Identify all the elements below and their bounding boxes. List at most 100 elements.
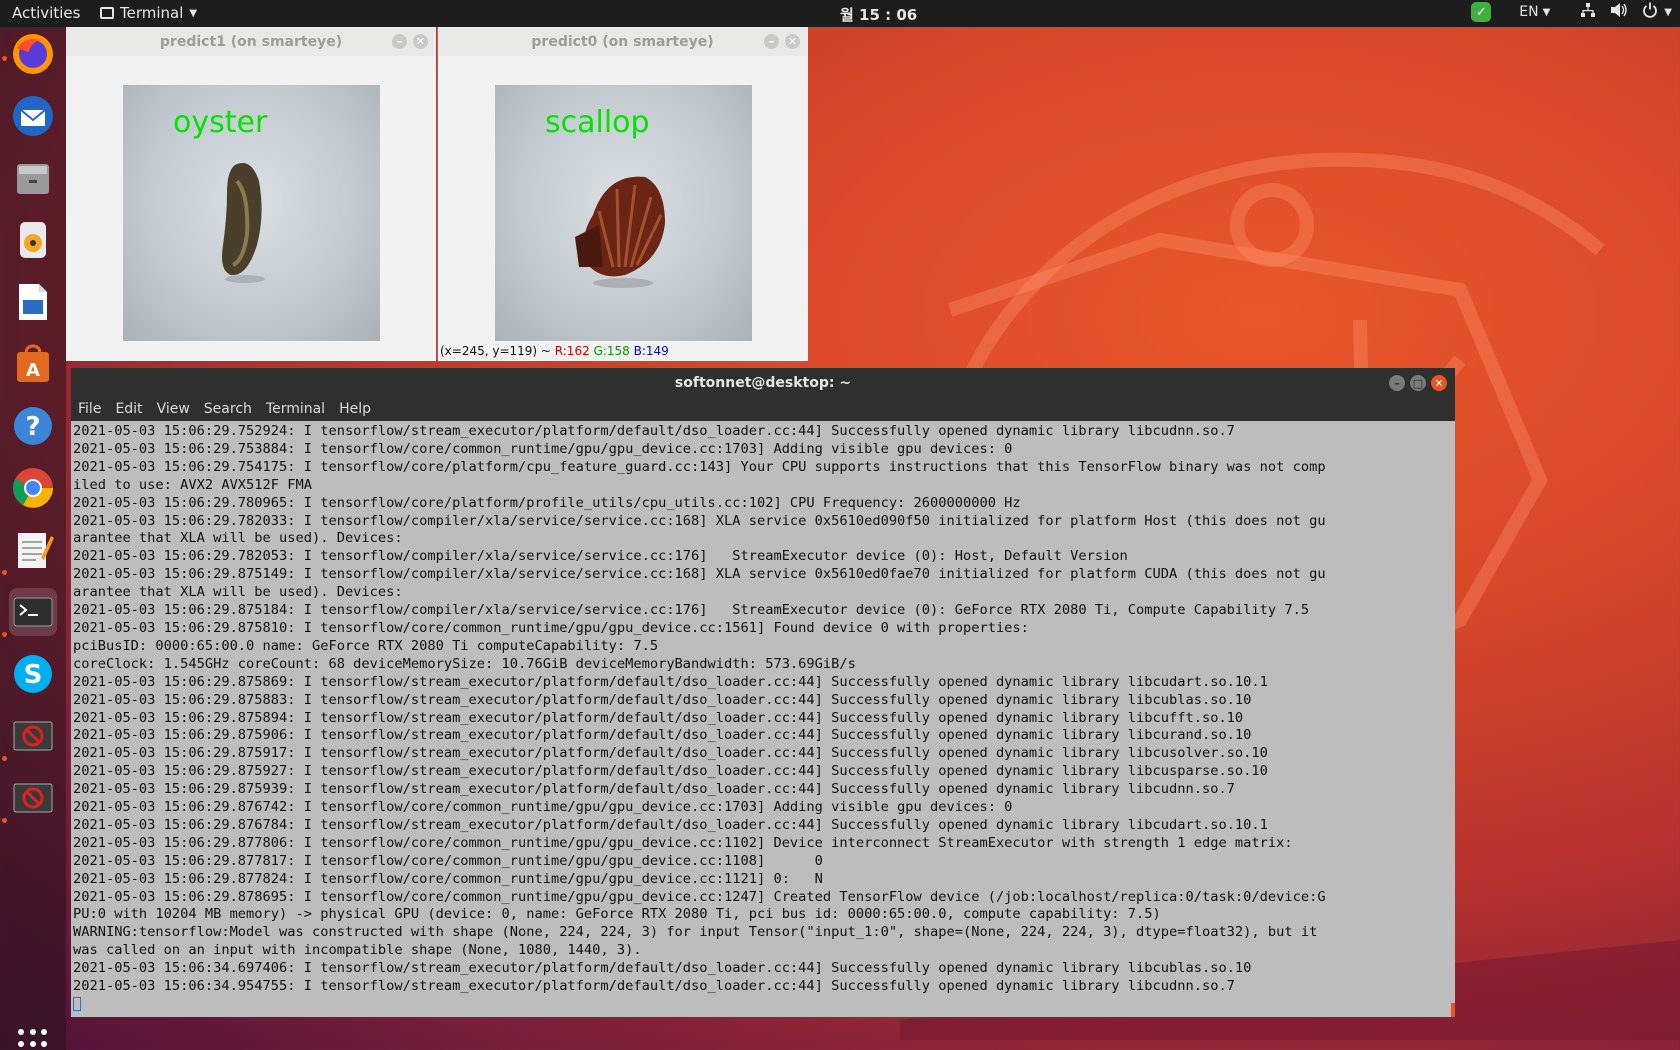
terminal-line: 2021-05-03 15:06:29.875869: I tensorflow… xyxy=(73,673,1268,690)
language-selector[interactable]: EN ▼ xyxy=(1519,4,1550,20)
rhythmbox-icon[interactable] xyxy=(9,216,57,264)
predict0-window: predict0 (on smarteye) – ✕ scallop xyxy=(437,27,808,361)
terminal-line: 2021-05-03 15:06:29.875894: I tensorflow… xyxy=(73,709,1244,726)
pixel-red-value: R:162 xyxy=(554,344,590,358)
terminal-line: 2021-05-03 15:06:29.878695: I tensorflow… xyxy=(73,888,1326,905)
terminal-line: was called on an input with incompatible… xyxy=(73,942,642,959)
terminal-line: arantee that XLA will be used). Devices: xyxy=(73,530,403,547)
files-icon[interactable] xyxy=(9,154,57,202)
volume-icon[interactable] xyxy=(1610,2,1628,22)
terminal-line: 2021-05-03 15:06:29.875939: I tensorflow… xyxy=(73,781,1235,798)
terminal-window: softonnet@desktop: ~ – □ ✕ File Edit Vie… xyxy=(71,368,1455,1017)
terminal-line: 2021-05-03 15:06:29.877824: I tensorflow… xyxy=(73,870,823,887)
blocked-app-icon[interactable] xyxy=(9,712,57,760)
terminal-line: iled to use: AVX2 AVX512F FMA xyxy=(73,476,312,493)
terminal-prompt-line[interactable] xyxy=(73,996,1453,1014)
terminal-line: arantee that XLA will be used). Devices: xyxy=(73,584,403,601)
svg-text:A: A xyxy=(26,360,40,381)
shield-check-icon[interactable]: ✓ xyxy=(1471,2,1492,22)
terminal-line: coreClock: 1.545GHz coreCount: 68 device… xyxy=(73,655,856,672)
menu-terminal[interactable]: Terminal xyxy=(266,401,325,417)
terminal-line: WARNING:tensorflow:Model was constructed… xyxy=(73,924,1318,941)
minimize-button[interactable]: – xyxy=(392,34,407,49)
terminal-app-icon xyxy=(100,7,114,19)
terminal-line: 2021-05-03 15:06:29.752924: I tensorflow… xyxy=(73,423,1235,439)
maximize-button[interactable]: □ xyxy=(1410,375,1426,391)
chevron-down-icon: ▼ xyxy=(1542,6,1551,18)
menu-help[interactable]: Help xyxy=(339,401,371,417)
terminal-line: PU:0 with 10204 MB memory) -> physical G… xyxy=(73,906,1161,923)
terminal-line: 2021-05-03 15:06:29.877817: I tensorflow… xyxy=(73,852,823,869)
clock[interactable]: 월 15 : 06 xyxy=(840,4,917,25)
terminal-line: 2021-05-03 15:06:29.875927: I tensorflow… xyxy=(73,763,1268,780)
show-applications-icon[interactable] xyxy=(18,1029,48,1050)
terminal-line: pciBusID: 0000:65:00.0 name: GeForce RTX… xyxy=(73,637,659,654)
window-title: softonnet@desktop: ~ xyxy=(674,374,852,391)
terminal-output[interactable]: 2021-05-03 15:06:29.752924: I tensorflow… xyxy=(71,421,1455,1017)
software-center-icon[interactable]: A xyxy=(9,340,57,388)
thunderbird-icon[interactable] xyxy=(9,92,57,140)
terminal-line: 2021-05-03 15:06:29.875883: I tensorflow… xyxy=(73,691,1252,708)
terminal-line: 2021-05-03 15:06:29.875906: I tensorflow… xyxy=(73,727,1252,744)
terminal-line: 2021-05-03 15:06:29.753884: I tensorflow… xyxy=(73,440,1013,457)
terminal-line: 2021-05-03 15:06:29.780965: I tensorflow… xyxy=(73,494,1021,511)
pixel-green-value: G:158 xyxy=(593,344,630,358)
libreoffice-writer-icon[interactable] xyxy=(9,278,57,326)
scroll-indicator[interactable] xyxy=(1451,1003,1455,1017)
app-menu[interactable]: Terminal ▼ xyxy=(100,4,197,22)
skype-icon[interactable]: S xyxy=(9,650,57,698)
minimize-button[interactable]: – xyxy=(764,34,779,49)
predict0-titlebar[interactable]: predict0 (on smarteye) – ✕ xyxy=(437,27,808,56)
firefox-icon[interactable] xyxy=(9,30,57,78)
app-menu-label: Terminal xyxy=(120,4,184,22)
menu-view[interactable]: View xyxy=(157,401,190,417)
language-label: EN xyxy=(1519,4,1539,20)
running-indicator xyxy=(2,570,7,575)
power-icon[interactable] xyxy=(1642,2,1658,22)
menu-edit[interactable]: Edit xyxy=(115,401,142,417)
terminal-titlebar[interactable]: softonnet@desktop: ~ – □ ✕ xyxy=(71,368,1455,397)
svg-text:?: ? xyxy=(25,412,40,442)
running-indicator xyxy=(2,56,7,61)
window-title: predict0 (on smarteye) xyxy=(531,33,714,50)
text-editor-icon[interactable] xyxy=(9,526,57,574)
help-icon[interactable]: ? xyxy=(9,402,57,450)
running-indicator xyxy=(2,632,7,637)
predict0-image: scallop xyxy=(495,85,752,341)
blocked-app-icon[interactable] xyxy=(9,774,57,822)
predict1-image: oyster xyxy=(123,85,380,341)
chevron-down-icon: ▼ xyxy=(189,7,198,19)
prediction-label: scallop xyxy=(545,105,650,140)
minimize-button[interactable]: – xyxy=(1389,375,1405,391)
terminal-line: 2021-05-03 15:06:29.875184: I tensorflow… xyxy=(73,602,1310,619)
predict1-window: predict1 (on smarteye) – ✕ oyster xyxy=(66,27,436,361)
activities-button[interactable]: Activities xyxy=(12,4,80,22)
dock: A ? S xyxy=(0,27,66,1050)
terminal-line: 2021-05-03 15:06:29.782053: I tensorflow… xyxy=(73,548,1128,565)
terminal-line: 2021-05-03 15:06:29.877806: I tensorflow… xyxy=(73,834,1293,851)
predict1-titlebar[interactable]: predict1 (on smarteye) – ✕ xyxy=(66,27,436,56)
top-bar: Activities Terminal ▼ 월 15 : 06 ✓ EN ▼ ▼ xyxy=(0,0,1680,27)
pixel-coordinates: (x=245, y=119) ~ xyxy=(440,344,555,358)
running-indicator xyxy=(2,818,7,823)
network-icon[interactable] xyxy=(1580,2,1596,22)
window-title: predict1 (on smarteye) xyxy=(159,33,343,50)
chevron-down-icon: ▼ xyxy=(1664,6,1672,18)
menu-file[interactable]: File xyxy=(78,401,101,417)
svg-text:S: S xyxy=(24,660,43,690)
menu-search[interactable]: Search xyxy=(204,401,252,417)
terminal-line: 2021-05-03 15:06:29.875149: I tensorflow… xyxy=(73,566,1326,583)
terminal-line: 2021-05-03 15:06:29.876742: I tensorflow… xyxy=(73,799,1013,816)
close-button[interactable]: ✕ xyxy=(785,34,800,49)
terminal-line: 2021-05-03 15:06:34.954755: I tensorflow… xyxy=(73,978,1235,995)
close-button[interactable]: ✕ xyxy=(1431,375,1447,391)
terminal-line: 2021-05-03 15:06:29.876784: I tensorflow… xyxy=(73,816,1268,833)
terminal-icon[interactable] xyxy=(9,588,57,636)
terminal-line: 2021-05-03 15:06:29.875917: I tensorflow… xyxy=(73,745,1268,762)
pixel-blue-value: B:149 xyxy=(633,344,669,358)
system-tray[interactable]: ✓ EN ▼ ▼ xyxy=(1471,2,1672,22)
prediction-label: oyster xyxy=(173,105,268,140)
chrome-icon[interactable] xyxy=(9,464,57,512)
close-button[interactable]: ✕ xyxy=(413,34,428,49)
terminal-line: 2021-05-03 15:06:29.754175: I tensorflow… xyxy=(73,458,1326,475)
